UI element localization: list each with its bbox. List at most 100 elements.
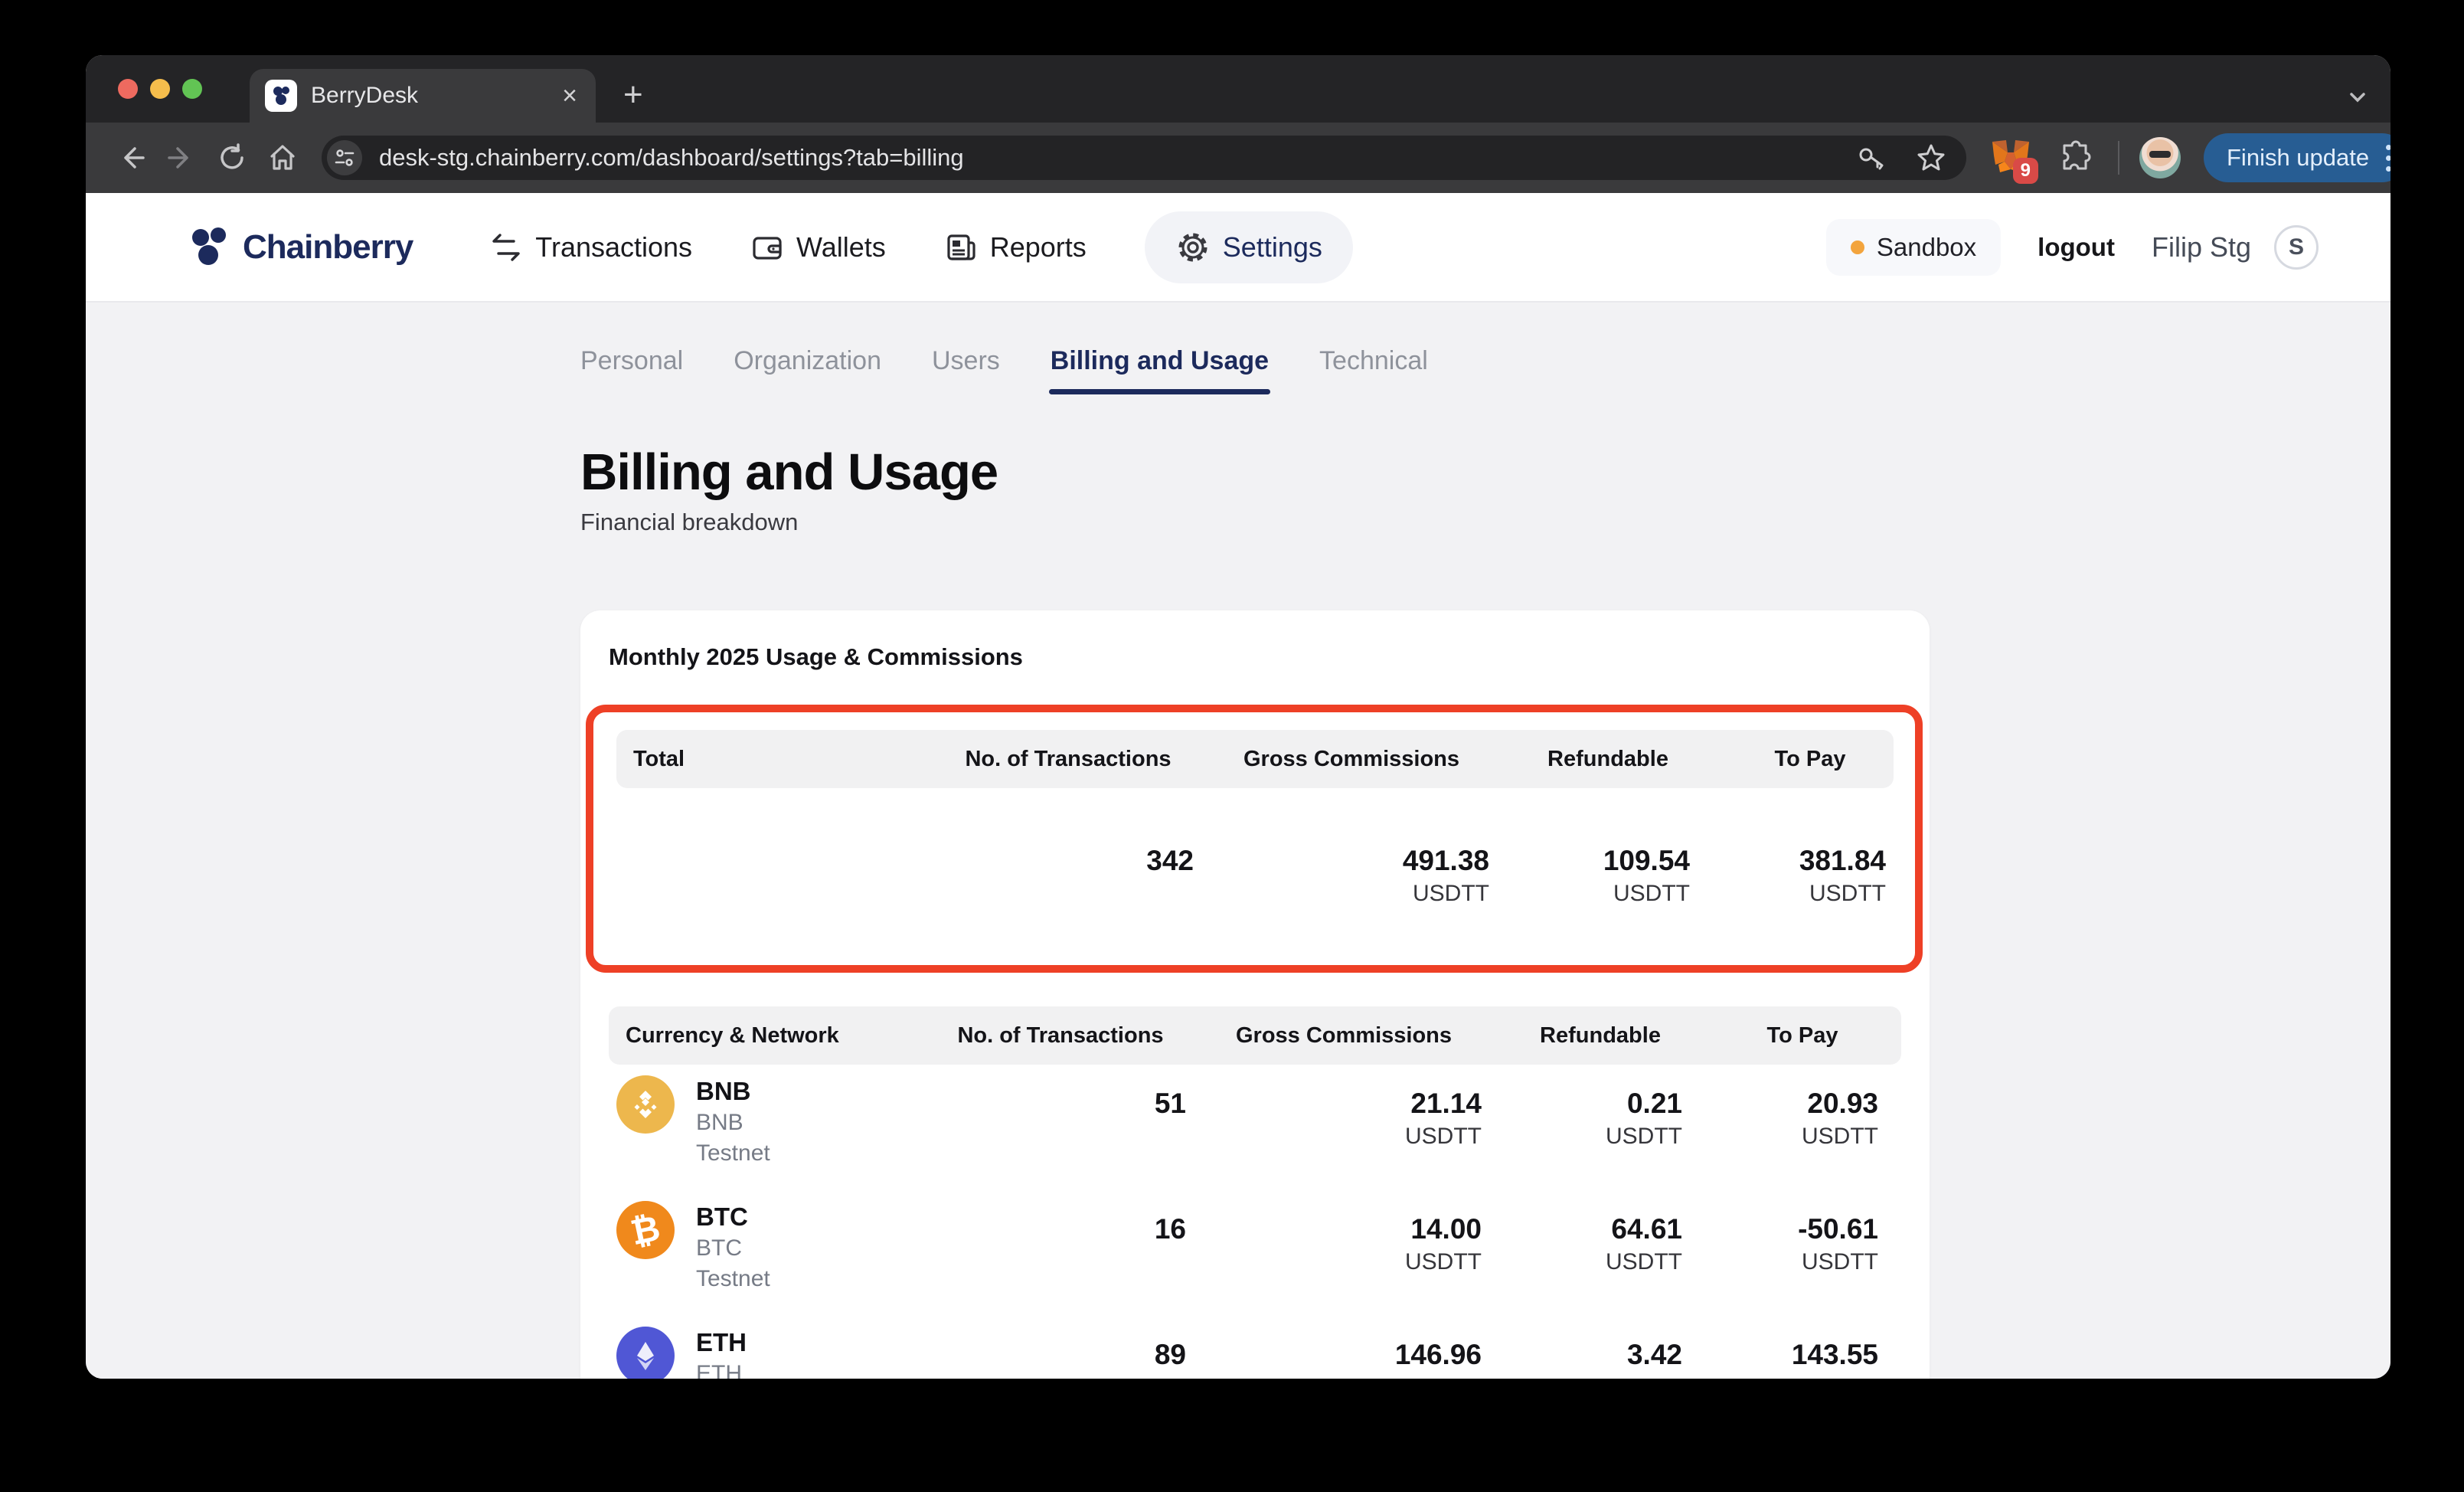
row-refundable: 3.42 (1497, 1337, 1682, 1373)
browser-profile-avatar[interactable] (2139, 137, 2181, 178)
network-name: BTC (696, 1233, 770, 1264)
total-gross: 491.38 (1198, 843, 1489, 879)
col-refundable: Refundable (1497, 1023, 1704, 1049)
row-refundable: 64.61 (1497, 1212, 1682, 1247)
tab-personal[interactable]: Personal (580, 346, 683, 394)
currency-unit: USDTT (1505, 879, 1690, 909)
col-transactions: No. of Transactions (930, 1023, 1191, 1049)
col-to-pay: To Pay (1704, 1023, 1901, 1049)
tab-search-chevron-icon[interactable] (2345, 84, 2371, 110)
tab-users[interactable]: Users (932, 346, 1000, 394)
totals-table-header: Total No. of Transactions Gross Commissi… (616, 730, 1894, 788)
web-page: Chainberry Transactions Wallets Reports … (86, 193, 2390, 1379)
breakdown-table-header: Currency & Network No. of Transactions G… (609, 1006, 1901, 1065)
currency-unit: USDTT (1198, 879, 1489, 909)
bookmark-star-icon[interactable] (1914, 141, 1948, 175)
currency-unit: USDTT (1191, 1121, 1482, 1152)
network-name: Testnet (696, 1138, 770, 1169)
row-to-pay: 20.93 (1704, 1086, 1878, 1121)
row-to-pay: 143.55 (1704, 1337, 1878, 1373)
currency-unit: USDTT (1711, 879, 1886, 909)
browser-toolbar: desk-stg.chainberry.com/dashboard/settin… (86, 123, 2390, 193)
browser-menu-icon[interactable] (2386, 145, 2390, 172)
zoom-window-button[interactable] (182, 79, 202, 99)
table-row-bnb: BNB BNB Testnet 51 21.14USDTT 0.21USDTT … (609, 1065, 1901, 1190)
row-transactions: 16 (930, 1212, 1186, 1247)
currency-unit: USDTT (1191, 1247, 1482, 1278)
browser-window: BerryDesk × + desk-stg.chainberry.com/da… (86, 55, 2390, 1379)
nav-item-wallets[interactable]: Wallets (750, 231, 886, 264)
row-to-pay: -50.61 (1704, 1212, 1878, 1247)
user-avatar[interactable]: S (2274, 225, 2319, 270)
navbar-right: Sandbox logout Filip Stg S (1826, 219, 2319, 276)
tab-organization[interactable]: Organization (734, 346, 881, 394)
col-currency-network: Currency & Network (609, 1023, 930, 1049)
col-gross: Gross Commissions (1198, 747, 1505, 772)
settings-gear-icon (1175, 230, 1211, 265)
window-controls (86, 55, 202, 123)
brand-name: Chainberry (243, 228, 413, 267)
currency-name: BTC (696, 1201, 770, 1233)
browser-tab-strip: BerryDesk × + (86, 55, 2390, 123)
page-subtitle: Financial breakdown (580, 508, 2390, 537)
nav-item-transactions[interactable]: Transactions (489, 231, 692, 264)
row-gross: 146.96 (1191, 1337, 1482, 1373)
password-manager-icon[interactable] (1855, 141, 1888, 175)
table-row-btc: ₿ BTC BTC Testnet 16 14.00USDTT 64.61USD… (609, 1190, 1901, 1316)
nav-label: Transactions (535, 231, 692, 263)
col-to-pay: To Pay (1711, 747, 1909, 772)
currency-unit: USDTT (1704, 1121, 1878, 1152)
home-icon[interactable] (260, 136, 305, 180)
minimize-window-button[interactable] (150, 79, 170, 99)
page-title: Billing and Usage (580, 446, 2390, 499)
wallets-icon (750, 231, 784, 264)
address-bar[interactable]: desk-stg.chainberry.com/dashboard/settin… (322, 136, 1966, 180)
site-info-icon[interactable] (327, 140, 362, 175)
tab-technical[interactable]: Technical (1319, 346, 1428, 394)
total-refundable: 109.54 (1505, 843, 1690, 879)
col-total: Total (616, 747, 938, 772)
toolbar-divider (2118, 141, 2119, 175)
app-navbar: Chainberry Transactions Wallets Reports … (86, 193, 2390, 303)
url-text[interactable]: desk-stg.chainberry.com/dashboard/settin… (379, 144, 1828, 172)
new-tab-button[interactable]: + (616, 78, 651, 112)
metamask-extension-icon[interactable]: 9 (1989, 136, 2032, 179)
currency-name: ETH (696, 1327, 747, 1359)
card-title: Monthly 2025 Usage & Commissions (609, 643, 1901, 672)
finish-update-label: Finish update (2227, 144, 2369, 172)
browser-tab[interactable]: BerryDesk × (250, 69, 596, 123)
currency-unit: USDTT (1191, 1373, 1482, 1379)
nav-item-reports[interactable]: Reports (944, 231, 1087, 264)
environment-label: Sandbox (1877, 233, 1976, 262)
chainberry-logo[interactable]: Chainberry (188, 226, 413, 269)
extensions-puzzle-icon[interactable] (2055, 136, 2098, 179)
environment-badge[interactable]: Sandbox (1826, 219, 2001, 276)
currency-unit: USDTT (1704, 1373, 1878, 1379)
col-refundable: Refundable (1505, 747, 1711, 772)
table-row-eth: ETH ETH 89 146.96USDTT 3.42USDTT 143.55U… (609, 1316, 1901, 1379)
bnb-coin-icon (616, 1075, 675, 1134)
row-transactions: 89 (930, 1337, 1186, 1373)
btc-coin-icon: ₿ (616, 1201, 675, 1259)
nav-label: Wallets (796, 231, 886, 263)
nav-item-settings[interactable]: Settings (1145, 211, 1353, 283)
transactions-icon (489, 231, 523, 264)
network-name: BNB (696, 1108, 770, 1138)
billing-card: Monthly 2025 Usage & Commissions Total N… (580, 610, 1930, 1379)
tab-close-icon[interactable]: × (557, 81, 582, 110)
row-refundable: 0.21 (1497, 1086, 1682, 1121)
forward-icon[interactable] (159, 136, 204, 180)
reload-icon[interactable] (210, 136, 254, 180)
total-transactions: 342 (938, 843, 1194, 879)
user-name[interactable]: Filip Stg (2152, 231, 2251, 263)
finish-update-button[interactable]: Finish update (2204, 133, 2390, 182)
tab-billing-and-usage[interactable]: Billing and Usage (1051, 346, 1269, 394)
logout-button[interactable]: logout (2038, 233, 2115, 262)
col-transactions: No. of Transactions (938, 747, 1198, 772)
back-icon[interactable] (109, 136, 153, 180)
settings-tabs: Personal Organization Users Billing and … (580, 346, 2390, 394)
currency-unit: USDTT (1497, 1373, 1682, 1379)
row-transactions: 51 (930, 1086, 1186, 1121)
close-window-button[interactable] (118, 79, 138, 99)
currency-unit: USDTT (1704, 1247, 1878, 1278)
